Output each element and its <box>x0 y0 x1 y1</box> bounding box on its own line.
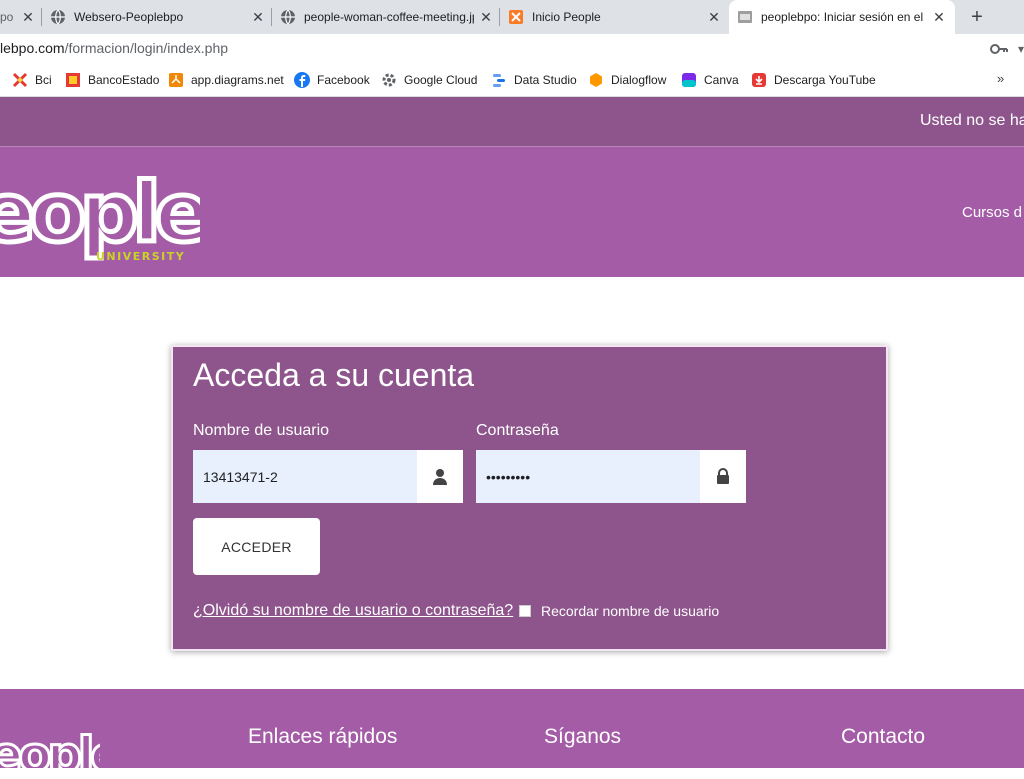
download-icon <box>751 72 767 88</box>
bookmark-label: BancoEstado <box>88 73 160 87</box>
site-footer: eople Enlaces rápidos Síganos Contacto <box>0 689 1024 779</box>
lock-icon <box>700 450 746 503</box>
login-title: Acceda a su cuenta <box>193 357 475 393</box>
close-icon[interactable]: ✕ <box>931 9 947 25</box>
chevron-down-icon[interactable]: ▾ <box>1018 42 1024 56</box>
bookmark-bci[interactable]: Bci <box>12 71 52 89</box>
bookmark-label: Bci <box>35 73 52 87</box>
top-strip: Usted no se ha <box>0 97 1024 146</box>
tab-partial-title: po <box>0 10 14 24</box>
bookmark-bancoestado[interactable]: BancoEstado <box>65 71 159 89</box>
people-university-logo[interactable]: eople UNIVERSITY <box>0 153 200 273</box>
bookmarks-bar: Bci BancoEstado app.diagrams.net Faceboo… <box>0 64 1024 97</box>
footer-quick-links-heading: Enlaces rápidos <box>248 725 398 748</box>
url-path: /formacion/login/index.php <box>64 40 229 56</box>
remember-label: Recordar nombre de usuario <box>541 603 720 619</box>
tab-strip: po ✕ Websero-Peoplebpo ✕ people-woman-co… <box>0 0 1024 34</box>
key-icon[interactable] <box>990 42 1008 56</box>
remember-checkbox[interactable] <box>519 605 531 617</box>
footer-contact-heading: Contacto <box>841 725 926 748</box>
tab-inicio-people[interactable]: Inicio People ✕ <box>508 0 722 34</box>
tab-title: Websero-Peoplebpo <box>74 10 184 24</box>
globe-icon <box>280 9 296 25</box>
remember-username[interactable]: Recordar nombre de usuario <box>519 603 719 619</box>
close-icon[interactable]: ✕ <box>706 9 722 25</box>
dialogflow-icon <box>588 72 604 88</box>
tab-title: peoplebpo: Iniciar sesión en el sitio <box>761 10 927 24</box>
bookmark-label: Facebook <box>317 73 370 87</box>
password-field-wrapper <box>476 450 700 503</box>
footer-logo: eople <box>0 726 100 779</box>
footer-logo-wordmark: eople <box>0 727 100 779</box>
acceder-button[interactable]: ACCEDER <box>193 518 320 575</box>
username-field-wrapper <box>193 450 417 503</box>
nav-cursos-link[interactable]: Cursos d <box>962 204 1022 221</box>
bookmark-descarga-youtube[interactable]: Descarga YouTube <box>751 71 876 89</box>
bookmark-label: Canva <box>704 73 739 87</box>
bookmark-label: Google Cloud <box>404 73 478 87</box>
tab-partial[interactable]: po ✕ <box>0 0 36 34</box>
new-tab-plus-icon[interactable]: + <box>964 4 990 30</box>
url-domain: lebpo.com <box>0 40 65 56</box>
username-label: Nombre de usuario <box>193 422 330 439</box>
username-input[interactable] <box>193 450 417 503</box>
gear-icon <box>381 72 397 88</box>
tab-title: Inicio People <box>532 10 601 24</box>
logo-subtitle: UNIVERSITY <box>96 250 185 263</box>
logo-wordmark: eople <box>0 166 200 261</box>
tab-separator <box>271 8 272 26</box>
tab-title: people-woman-coffee-meeting.jpg <box>304 10 474 24</box>
bookmark-data-studio[interactable]: Data Studio <box>491 71 577 89</box>
user-icon <box>417 450 463 503</box>
bci-icon <box>12 72 28 88</box>
moodle-icon <box>737 9 753 25</box>
password-input[interactable] <box>476 450 700 503</box>
close-icon[interactable]: ✕ <box>20 9 36 25</box>
bookmark-label: Descarga YouTube <box>774 73 876 87</box>
bookmark-google-cloud[interactable]: Google Cloud <box>381 71 477 89</box>
xampp-icon <box>508 9 524 25</box>
login-card: Acceda a su cuenta Nombre de usuario Con… <box>171 345 888 651</box>
bookmarks-overflow-icon[interactable]: » <box>997 71 1004 86</box>
bookmark-label: Data Studio <box>514 73 577 87</box>
tab-separator <box>499 8 500 26</box>
bookmark-dialogflow[interactable]: Dialogflow <box>588 71 666 89</box>
bookmark-label: app.diagrams.net <box>191 73 284 87</box>
bookmark-label: Dialogflow <box>611 73 667 87</box>
site-header: eople UNIVERSITY Cursos d <box>0 147 1024 277</box>
forgot-password-link[interactable]: ¿Olvidó su nombre de usuario o contraseñ… <box>193 602 513 620</box>
bancoestado-icon <box>65 72 81 88</box>
globe-icon <box>50 9 66 25</box>
url-text[interactable]: lebpo.com/formacion/login/index.php <box>0 40 228 56</box>
tab-separator <box>41 8 42 26</box>
diagrams-icon <box>168 72 184 88</box>
close-icon[interactable]: ✕ <box>250 9 266 25</box>
tab-image[interactable]: people-woman-coffee-meeting.jpg ✕ <box>280 0 494 34</box>
tab-websero[interactable]: Websero-Peoplebpo ✕ <box>50 0 266 34</box>
bookmark-facebook[interactable]: Facebook <box>294 71 370 89</box>
tab-login-active[interactable]: peoplebpo: Iniciar sesión en el sitio ✕ <box>729 0 955 34</box>
login-status-text: Usted no se ha <box>920 112 1024 129</box>
address-bar[interactable]: lebpo.com/formacion/login/index.php ▾ <box>0 34 1024 64</box>
data-studio-icon <box>491 72 507 88</box>
password-label: Contraseña <box>476 422 559 439</box>
bookmark-canva[interactable]: Canva <box>681 71 739 89</box>
canva-icon <box>681 72 697 88</box>
facebook-icon <box>294 72 310 88</box>
bookmark-diagrams[interactable]: app.diagrams.net <box>168 71 284 89</box>
footer-follow-us-heading: Síganos <box>544 725 622 748</box>
close-icon[interactable]: ✕ <box>478 9 494 25</box>
